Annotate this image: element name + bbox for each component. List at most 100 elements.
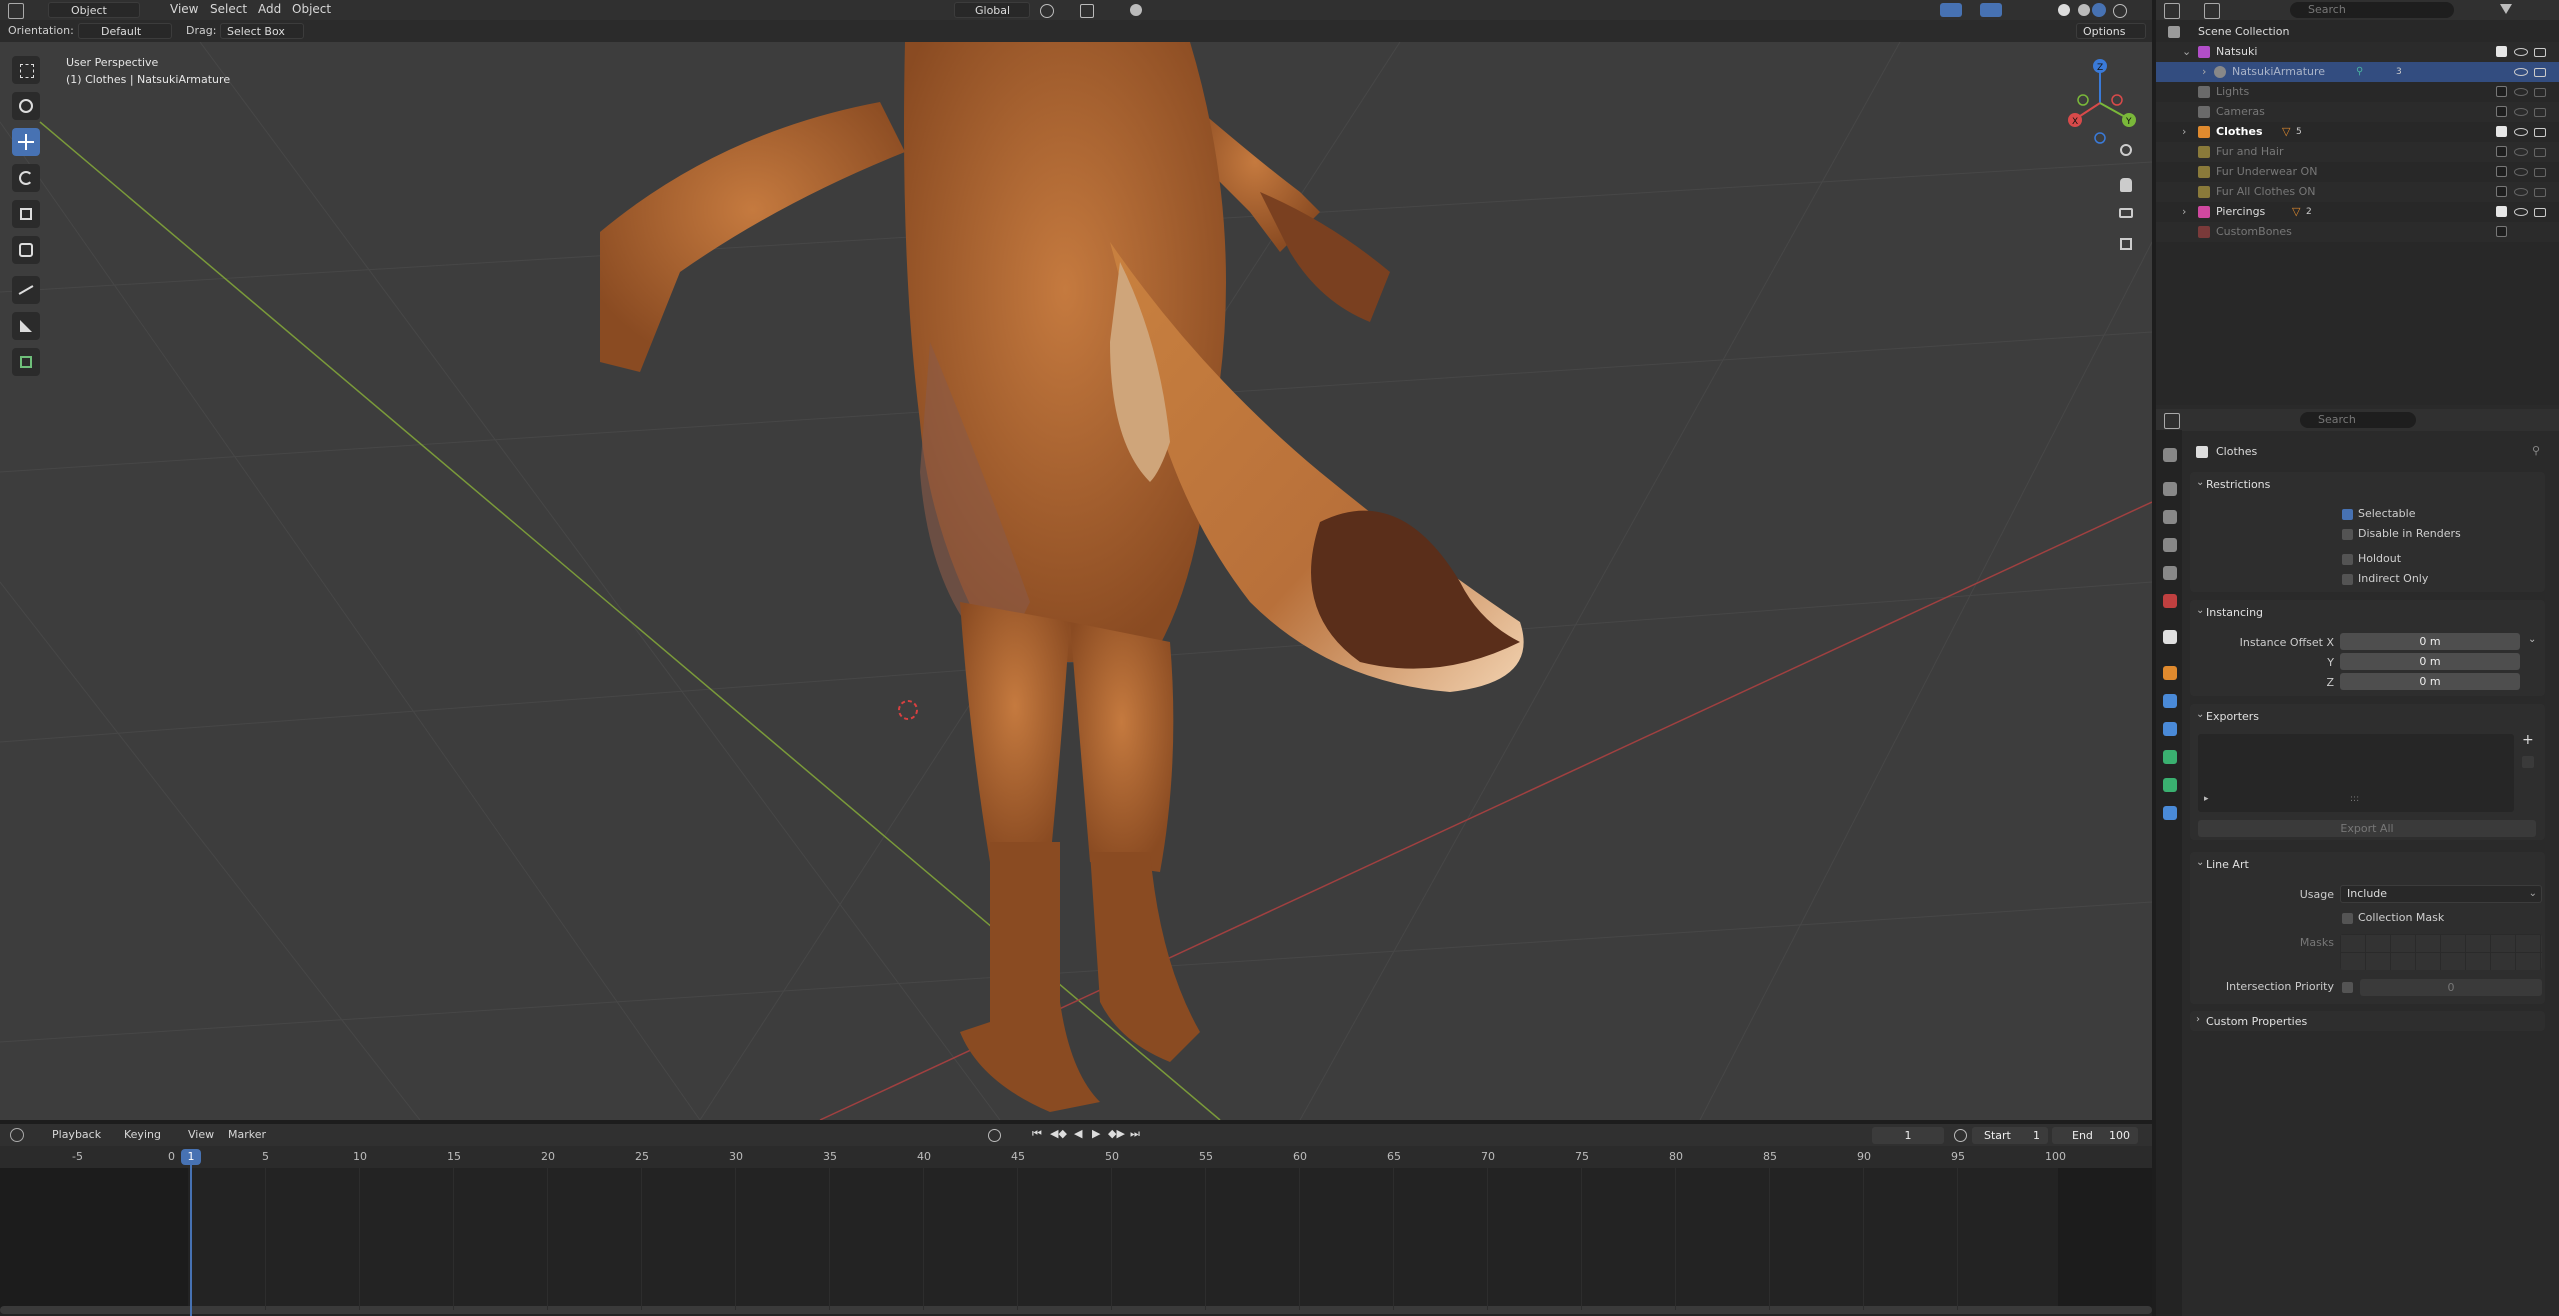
start-frame-field[interactable]: Start 1 — [1972, 1127, 2048, 1144]
shading-rendered-icon[interactable] — [2092, 3, 2106, 17]
panel-chevron-icon[interactable]: ⌄ — [2196, 709, 2204, 720]
menu-marker[interactable]: Marker — [228, 1128, 266, 1141]
panel-chevron-icon[interactable]: ⌄ — [2196, 477, 2204, 488]
render-camera-icon[interactable] — [2534, 148, 2546, 157]
transform-tool[interactable] — [12, 236, 40, 264]
add-cube-tool[interactable] — [12, 348, 40, 376]
render-camera-icon[interactable] — [2534, 168, 2546, 177]
zoom-icon[interactable] — [2120, 144, 2132, 156]
timeline-scrollbar[interactable] — [0, 1306, 2152, 1314]
prev-keyframe-icon[interactable]: ◀◆ — [1050, 1127, 1067, 1140]
shading-solid-icon[interactable] — [2058, 4, 2070, 16]
overlay-toggle-icon[interactable] — [1980, 3, 2002, 17]
constraint-tab-icon[interactable] — [2163, 778, 2177, 792]
pivot-icon[interactable] — [1040, 4, 1054, 18]
instancing-panel-title[interactable]: Instancing — [2206, 606, 2263, 619]
proportional-edit-icon[interactable] — [1130, 4, 1142, 16]
outliner-editor-icon[interactable] — [2164, 3, 2180, 19]
display-mode-icon[interactable] — [2204, 3, 2220, 19]
auto-keying-icon[interactable] — [988, 1129, 1001, 1142]
render-camera-icon[interactable] — [2534, 48, 2546, 57]
collection-mask-checkbox[interactable] — [2342, 913, 2353, 924]
outliner-row-natsukiarmature[interactable]: › NatsukiArmature ⚲ 3 — [2156, 62, 2559, 82]
data-tab-icon[interactable] — [2163, 806, 2177, 820]
annotate-tool[interactable] — [12, 276, 40, 304]
exclude-checkbox[interactable] — [2496, 146, 2507, 157]
outliner-row-fur-underwear-on[interactable]: Fur Underwear ON — [2156, 162, 2559, 182]
world-tab-icon[interactable] — [2163, 594, 2177, 608]
render-camera-icon[interactable] — [2534, 88, 2546, 97]
outliner-row-clothes[interactable]: › Clothes ▽ 5 — [2156, 122, 2559, 142]
menu-object[interactable]: Object — [292, 2, 331, 16]
options-dropdown[interactable]: Options — [2076, 23, 2146, 39]
decorate-chevron-icon[interactable]: ⌄ — [2528, 634, 2536, 645]
camera-view-icon[interactable] — [2119, 208, 2133, 218]
3d-viewport[interactable]: User Perspective (1) Clothes | NatsukiAr… — [0, 42, 2152, 1120]
visibility-eye-icon[interactable] — [2514, 88, 2528, 96]
properties-search-field[interactable]: Search — [2300, 412, 2416, 428]
particles-tab-icon[interactable] — [2163, 722, 2177, 736]
timeline-body[interactable] — [0, 1168, 2152, 1316]
list-expand-icon[interactable]: ▸ — [2204, 794, 2209, 804]
instance-offset-y-field[interactable]: 0 m — [2340, 653, 2520, 670]
exclude-checkbox[interactable] — [2496, 46, 2507, 57]
visibility-eye-icon[interactable] — [2514, 128, 2528, 136]
masks-grid[interactable] — [2340, 934, 2542, 970]
render-camera-icon[interactable] — [2534, 128, 2546, 137]
render-camera-icon[interactable] — [2534, 108, 2546, 117]
exclude-checkbox[interactable] — [2496, 186, 2507, 197]
restrictions-panel-title[interactable]: Restrictions — [2206, 478, 2270, 491]
menu-keying[interactable]: Keying — [124, 1128, 161, 1141]
rotate-tool[interactable] — [12, 164, 40, 192]
visibility-eye-icon[interactable] — [2514, 208, 2528, 216]
shading-wire-icon[interactable] — [2113, 4, 2127, 18]
outliner-row-piercings[interactable]: › Piercings ▽ 2 — [2156, 202, 2559, 222]
outliner-row-lights[interactable]: Lights — [2156, 82, 2559, 102]
measure-tool[interactable] — [12, 312, 40, 340]
outliner-row-fur-and-hair[interactable]: Fur and Hair — [2156, 142, 2559, 162]
exclude-checkbox[interactable] — [2496, 86, 2507, 97]
indirect-only-checkbox[interactable] — [2342, 574, 2353, 585]
view-layer-tab-icon[interactable] — [2163, 538, 2177, 552]
viewport-scene[interactable] — [0, 42, 2152, 1120]
custom-properties-panel[interactable]: › Custom Properties — [2190, 1011, 2545, 1031]
jump-start-icon[interactable]: ⏮ — [1032, 1127, 1042, 1141]
outliner-row-fur-all-clothes-on[interactable]: Fur All Clothes ON — [2156, 182, 2559, 202]
expand-chevron-icon[interactable]: › — [2182, 202, 2186, 222]
next-keyframe-icon[interactable]: ◆▶ — [1108, 1127, 1125, 1140]
expand-chevron-icon[interactable]: ⌄ — [2182, 42, 2191, 62]
visibility-eye-icon[interactable] — [2514, 108, 2528, 116]
render-tab-icon[interactable] — [2163, 482, 2177, 496]
timeline-editor-icon[interactable] — [10, 1128, 24, 1142]
drag-dropdown[interactable]: Select Box — [220, 23, 304, 39]
preview-range-icon[interactable] — [1954, 1129, 1967, 1142]
transform-orientation-dropdown[interactable]: Global — [954, 2, 1030, 18]
output-tab-icon[interactable] — [2163, 510, 2177, 524]
navigation-gizmo[interactable]: Z X Y — [2055, 58, 2145, 148]
render-camera-icon[interactable] — [2534, 68, 2546, 77]
visibility-eye-icon[interactable] — [2514, 68, 2528, 76]
orientation-dropdown[interactable]: Default — [78, 23, 172, 39]
filter-icon[interactable] — [2500, 4, 2512, 14]
instance-offset-x-field[interactable]: 0 m — [2340, 633, 2520, 650]
usage-dropdown[interactable]: Include ⌄ — [2340, 885, 2542, 903]
visibility-eye-icon[interactable] — [2514, 188, 2528, 196]
visibility-eye-icon[interactable] — [2514, 148, 2528, 156]
list-resize-handle[interactable]: ::: — [2350, 794, 2359, 804]
remove-exporter-icon[interactable] — [2522, 756, 2534, 768]
exclude-checkbox[interactable] — [2496, 206, 2507, 217]
menu-playback[interactable]: Playback — [52, 1128, 101, 1141]
holdout-checkbox[interactable] — [2342, 554, 2353, 565]
exclude-checkbox[interactable] — [2496, 106, 2507, 117]
exclude-checkbox[interactable] — [2496, 166, 2507, 177]
visibility-eye-icon[interactable] — [2514, 48, 2528, 56]
collection-tab-icon[interactable] — [2163, 630, 2177, 644]
selectable-checkbox[interactable] — [2342, 509, 2353, 520]
exclude-checkbox[interactable] — [2496, 126, 2507, 137]
intersection-priority-field[interactable]: 0 — [2360, 979, 2542, 996]
gizmo-toggle-icon[interactable] — [1940, 3, 1962, 17]
menu-view[interactable]: View — [170, 2, 198, 16]
end-frame-field[interactable]: End 100 — [2052, 1127, 2138, 1144]
panel-chevron-icon[interactable]: › — [2196, 1014, 2200, 1025]
scene-tab-icon[interactable] — [2163, 566, 2177, 580]
